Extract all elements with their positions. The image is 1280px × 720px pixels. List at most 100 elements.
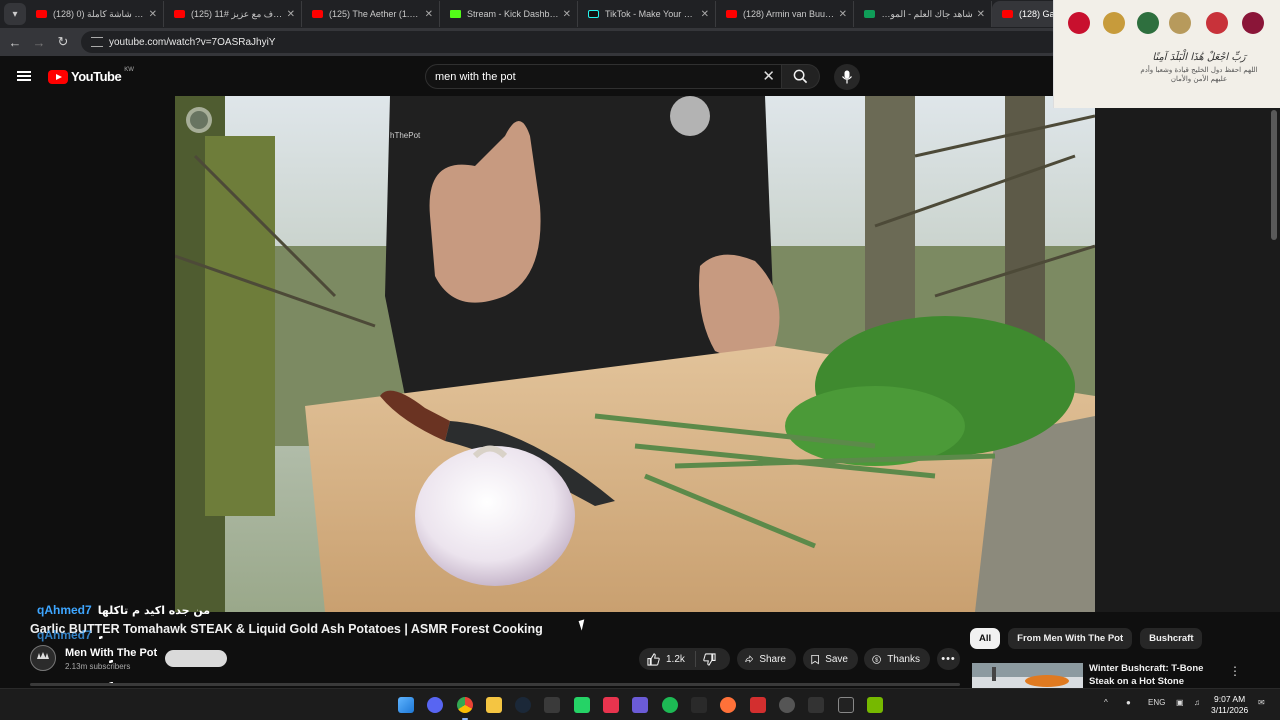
close-tab-icon[interactable]: ✕	[839, 9, 847, 20]
share-button[interactable]: Share	[737, 648, 796, 670]
save-button[interactable]: Save	[803, 648, 858, 670]
notifications-icon[interactable]: ✉	[1258, 698, 1265, 707]
epic-games-icon[interactable]	[838, 697, 854, 713]
overlay-caption: رَبِّ اجْعَلْ هَٰذَا الْبَلَدَ آمِنًا	[1152, 52, 1246, 63]
reload-icon[interactable]: ↻	[51, 30, 75, 54]
country-code: KW	[124, 66, 134, 73]
app-icon[interactable]	[750, 697, 766, 713]
browser-tab[interactable]: (128) البث شاشة كاملة (0 ✕	[26, 1, 164, 27]
chip-all[interactable]: All	[970, 628, 1001, 649]
oman-emblem-icon	[1204, 12, 1230, 40]
dislike-button[interactable]	[696, 652, 716, 666]
chat-username: qAhmed7	[37, 603, 92, 617]
nvidia-icon[interactable]	[867, 697, 883, 713]
more-vertical-icon[interactable]: ⋮	[1229, 664, 1241, 678]
youtube-favicon-icon	[726, 10, 737, 18]
pine-trees-icon	[37, 652, 49, 659]
spotify-icon[interactable]	[662, 697, 678, 713]
mouse-cursor	[578, 619, 588, 631]
browser-tab[interactable]: شاهد جاك العلم - الموسم ✕	[854, 1, 992, 27]
network-icon[interactable]: ▣	[1176, 698, 1184, 707]
volume-icon[interactable]: ♫	[1194, 698, 1200, 707]
language-indicator[interactable]: ENG	[1148, 698, 1165, 707]
chrome-icon[interactable]	[457, 697, 473, 713]
more-actions-button[interactable]: •••	[937, 648, 960, 670]
app-icon[interactable]	[632, 697, 648, 713]
youtube-favicon-icon	[312, 10, 323, 18]
microphone-icon	[842, 70, 852, 84]
app-icon[interactable]	[691, 697, 707, 713]
chip-from-channel[interactable]: From Men With The Pot	[1008, 628, 1133, 649]
video-title: Garlic BUTTER Tomahawk STEAK & Liquid Go…	[30, 622, 543, 636]
channel-avatar[interactable]	[30, 645, 56, 671]
clear-search-icon[interactable]: ✕	[762, 68, 775, 85]
close-tab-icon[interactable]: ✕	[563, 9, 571, 20]
firefox-icon[interactable]	[720, 697, 736, 713]
sidebar-background	[1095, 108, 1280, 612]
search-query-text: men with the pot	[435, 70, 516, 83]
browser-tab[interactable]: (125) حروف مع عزيز #11 ✕	[164, 1, 302, 27]
subscribe-button[interactable]	[165, 650, 227, 667]
thumbs-down-icon	[703, 652, 716, 666]
app-icon[interactable]	[779, 697, 795, 713]
app-icon[interactable]	[808, 697, 824, 713]
recommendation-title[interactable]: Winter Bushcraft: T-Bone Steak on a Hot …	[1089, 662, 1229, 688]
chat-username: qAhmed7	[37, 628, 92, 642]
search-button[interactable]	[782, 64, 820, 89]
video-player[interactable]: hThePot	[175, 96, 1095, 612]
browser-tab[interactable]: Stream - Kick Dashboard ✕	[440, 1, 578, 27]
close-tab-icon[interactable]: ✕	[701, 9, 709, 20]
file-explorer-icon[interactable]	[486, 697, 502, 713]
screen: ▾ (128) البث شاشة كاملة (0 ✕ (125) حروف …	[0, 0, 1280, 720]
browser-tab[interactable]: TikTok - Make Your Day ✕	[578, 1, 716, 27]
subscriber-count: 2.13m subscribers	[65, 662, 131, 671]
search-input[interactable]: men with the pot ✕	[425, 64, 782, 89]
like-dislike-group: 1.2k	[639, 648, 730, 670]
forward-arrow-icon[interactable]: →	[27, 30, 51, 54]
start-windows-icon[interactable]	[398, 697, 414, 713]
page-scrollbar[interactable]	[1271, 110, 1277, 240]
more-horizontal-icon: •••	[941, 653, 956, 665]
adobe-icon[interactable]	[603, 697, 619, 713]
whatsapp-icon[interactable]	[574, 697, 590, 713]
like-count: 1.2k	[666, 653, 685, 665]
chevron-up-icon[interactable]: ^	[1104, 698, 1108, 707]
chat-message: qAhmed7 ٍٍٍٍٍٍٍٍٍٍٍٍٍٍٍٍٍٍٍٍٍٍٍٍٍٍٍٍٍٍٍٍ…	[37, 628, 99, 642]
browser-tab[interactable]: (125) The Aether (1.20.1) | ✕	[302, 1, 440, 27]
clock-date: 3/11/2026	[1211, 705, 1249, 715]
qatar-emblem-icon	[1240, 12, 1266, 40]
browser-tab[interactable]: (128) Armin van Buuren - ✕	[716, 1, 854, 27]
menu-icon[interactable]	[17, 71, 31, 81]
saudi-emblem-icon	[1135, 12, 1161, 40]
close-tab-icon[interactable]: ✕	[425, 9, 433, 20]
bahrain-emblem-icon	[1066, 12, 1092, 40]
taskbar-clock[interactable]: 9:07 AM 3/11/2026	[1211, 694, 1248, 716]
close-tab-icon[interactable]: ✕	[287, 9, 295, 20]
kuwait-emblem-icon	[1101, 12, 1127, 40]
close-tab-icon[interactable]: ✕	[977, 9, 985, 20]
like-button[interactable]: 1.2k	[639, 651, 696, 667]
youtube-play-icon	[48, 69, 68, 84]
close-tab-icon[interactable]: ✕	[149, 9, 157, 20]
microphone-icon[interactable]: ●	[1126, 698, 1131, 707]
tab-search-icon[interactable]: ▾	[4, 3, 26, 25]
voice-search-button[interactable]	[834, 64, 860, 90]
youtube-logo[interactable]: YouTube KW	[48, 66, 134, 84]
share-arrow-icon	[745, 655, 754, 663]
discord-icon[interactable]	[427, 697, 443, 713]
thumbs-up-icon	[647, 652, 660, 666]
recommendation-thumbnail[interactable]	[972, 663, 1083, 688]
kick-favicon-icon	[450, 10, 461, 18]
channel-name[interactable]: Men With The Pot	[65, 647, 157, 659]
xbox-icon[interactable]	[544, 697, 560, 713]
site-info-icon[interactable]	[91, 37, 103, 47]
thumbnail-image	[972, 663, 1083, 688]
steam-icon[interactable]	[515, 697, 531, 713]
chip-bushcraft[interactable]: Bushcraft	[1140, 628, 1203, 649]
thanks-button[interactable]: $ Thanks	[864, 648, 930, 670]
uae-emblem-icon	[1167, 12, 1193, 40]
search-icon	[793, 69, 808, 84]
shirt-print: hThePot	[390, 131, 421, 140]
address-bar[interactable]: youtube.com/watch?v=7OASRaJhyiY	[81, 31, 1061, 53]
back-arrow-icon[interactable]: ←	[3, 30, 27, 54]
